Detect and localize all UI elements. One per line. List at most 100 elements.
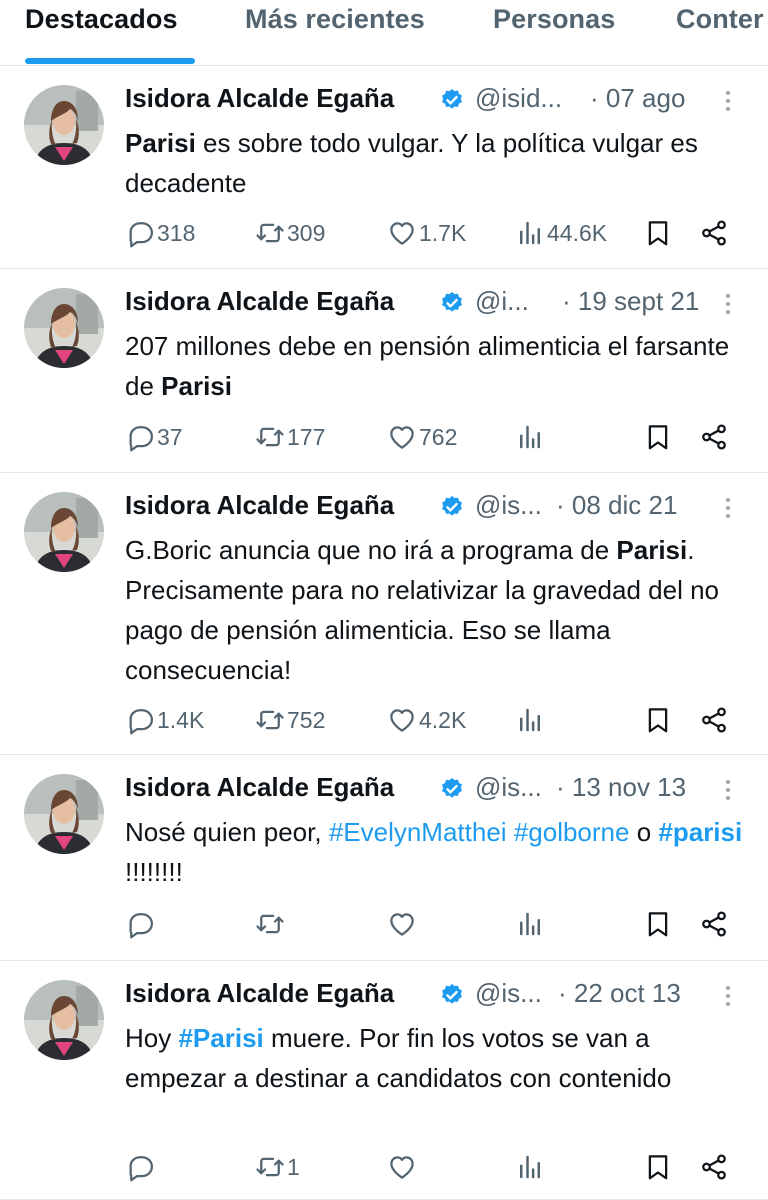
reply-icon [125, 909, 155, 939]
author-handle[interactable]: @i... [475, 286, 529, 317]
tweet[interactable]: Isidora Alcalde Egaña @is... · 08 dic 21 G.… [0, 474, 768, 755]
reply-button[interactable]: 318 [125, 216, 195, 250]
tab-mas-recientes[interactable]: Más recientes [245, 4, 425, 35]
tweet-text: Nosé quien peor, #EvelynMatthei #golborn… [125, 812, 745, 892]
like-button[interactable]: 4.2K [387, 703, 466, 737]
like-button[interactable] [387, 907, 419, 941]
more-options-icon[interactable] [718, 89, 738, 115]
verified-badge-icon [439, 87, 465, 113]
reply-button[interactable] [125, 907, 157, 941]
tweet-text-segment: G.Boric anuncia que no irá a programa de [125, 535, 617, 565]
retweet-button[interactable]: 752 [255, 703, 325, 737]
retweets-count: 309 [287, 219, 326, 246]
retweet-icon [255, 705, 285, 735]
share-button[interactable] [699, 216, 729, 250]
retweet-button[interactable]: 1 [255, 1150, 300, 1184]
avatar[interactable] [24, 288, 104, 368]
bookmark-icon [643, 1152, 673, 1182]
share-icon [699, 218, 729, 248]
like-button[interactable]: 762 [387, 420, 457, 454]
author-handle[interactable]: @is... [475, 772, 542, 803]
more-options-icon[interactable] [718, 292, 738, 318]
author-name[interactable]: Isidora Alcalde Egaña [125, 772, 394, 803]
share-button[interactable] [699, 703, 729, 737]
heart-icon [387, 422, 417, 452]
bookmark-button[interactable] [643, 216, 673, 250]
views-button[interactable] [515, 703, 547, 737]
author-handle[interactable]: @is... [475, 490, 542, 521]
share-icon [699, 1152, 729, 1182]
reply-button[interactable]: 1.4K [125, 703, 204, 737]
views-chart-icon [515, 909, 545, 939]
reply-button[interactable]: 37 [125, 420, 183, 454]
bookmark-button[interactable] [643, 1150, 673, 1184]
avatar[interactable] [24, 980, 104, 1060]
retweet-button[interactable]: 177 [255, 420, 325, 454]
retweet-button[interactable] [255, 907, 287, 941]
views-button[interactable] [515, 907, 547, 941]
heart-icon [387, 1152, 417, 1182]
views-chart-icon [515, 705, 545, 735]
author-handle[interactable]: @is... [475, 978, 542, 1009]
tweet-text-segment: Nosé quien peor, [125, 817, 329, 847]
bookmark-button[interactable] [643, 420, 673, 454]
tweet-date[interactable]: · 13 nov 13 [556, 772, 686, 803]
replies-count: 1.4K [157, 706, 205, 733]
tweet[interactable]: Isidora Alcalde Egaña @is... · 22 oct 13 Ho… [0, 962, 768, 1200]
views-button[interactable] [515, 420, 547, 454]
author-name[interactable]: Isidora Alcalde Egaña [125, 83, 394, 114]
tweet-date[interactable]: · 08 dic 21 [556, 490, 677, 521]
views-chart-icon [515, 422, 545, 452]
share-button[interactable] [699, 907, 729, 941]
share-button[interactable] [699, 1150, 729, 1184]
like-button[interactable] [387, 1150, 419, 1184]
tweet-text-segment: o [629, 817, 659, 847]
author-name[interactable]: Isidora Alcalde Egaña [125, 978, 394, 1009]
tab-destacados[interactable]: Destacados [25, 4, 178, 35]
hashtag-link[interactable]: #golborne [514, 817, 630, 847]
avatar[interactable] [24, 492, 104, 572]
tab-personas[interactable]: Personas [493, 4, 615, 35]
views-chart-icon [515, 1152, 545, 1182]
likes-count: 762 [419, 423, 458, 450]
bookmark-button[interactable] [643, 703, 673, 737]
tweet-date[interactable]: · 22 oct 13 [558, 978, 681, 1009]
tweet-actions: 318 309 1.7K 44.6K [125, 216, 745, 250]
share-icon [699, 909, 729, 939]
share-button[interactable] [699, 420, 729, 454]
author-handle[interactable]: @isid... [475, 83, 562, 114]
reply-button[interactable] [125, 1150, 157, 1184]
bookmark-button[interactable] [643, 907, 673, 941]
bookmark-icon [643, 422, 673, 452]
more-options-icon[interactable] [718, 496, 738, 522]
views-button[interactable]: 44.6K [515, 216, 607, 250]
tab-contenido[interactable]: Conter [676, 4, 764, 35]
tweet-text-segment [507, 817, 514, 847]
tweet-header: Isidora Alcalde Egaña @is... · 13 nov 13 [125, 772, 725, 806]
tweet-text: 207 millones debe en pensión alimenticia… [125, 326, 745, 406]
like-button[interactable]: 1.7K [387, 216, 466, 250]
retweet-button[interactable]: 309 [255, 216, 325, 250]
tweet[interactable]: Isidora Alcalde Egaña @isid... · 07 ago Par… [0, 67, 768, 269]
hashtag-link[interactable]: #Parisi [178, 1023, 263, 1053]
author-name[interactable]: Isidora Alcalde Egaña [125, 490, 394, 521]
tweet[interactable]: Isidora Alcalde Egaña @i... · 19 sept 21 20… [0, 270, 768, 473]
hashtag-link[interactable]: #EvelynMatthei [329, 817, 507, 847]
tweet[interactable]: Isidora Alcalde Egaña @is... · 13 nov 13 No… [0, 756, 768, 961]
tweet-header: Isidora Alcalde Egaña @isid... · 07 ago [125, 83, 725, 117]
more-options-icon[interactable] [718, 984, 738, 1010]
tweet-text-segment: Parisi [616, 535, 688, 565]
avatar[interactable] [24, 85, 104, 165]
tweet-date[interactable]: · 07 ago [590, 83, 685, 114]
bookmark-icon [643, 909, 673, 939]
more-options-icon[interactable] [718, 778, 738, 804]
views-button[interactable] [515, 1150, 547, 1184]
author-name[interactable]: Isidora Alcalde Egaña [125, 286, 394, 317]
likes-count: 1.7K [419, 219, 467, 246]
active-tab-indicator [25, 58, 195, 64]
avatar[interactable] [24, 774, 104, 854]
tweet-actions: 1 [125, 1150, 745, 1184]
tweet-date[interactable]: · 19 sept 21 [562, 286, 699, 317]
hashtag-link[interactable]: #parisi [658, 817, 742, 847]
verified-badge-icon [439, 982, 465, 1008]
